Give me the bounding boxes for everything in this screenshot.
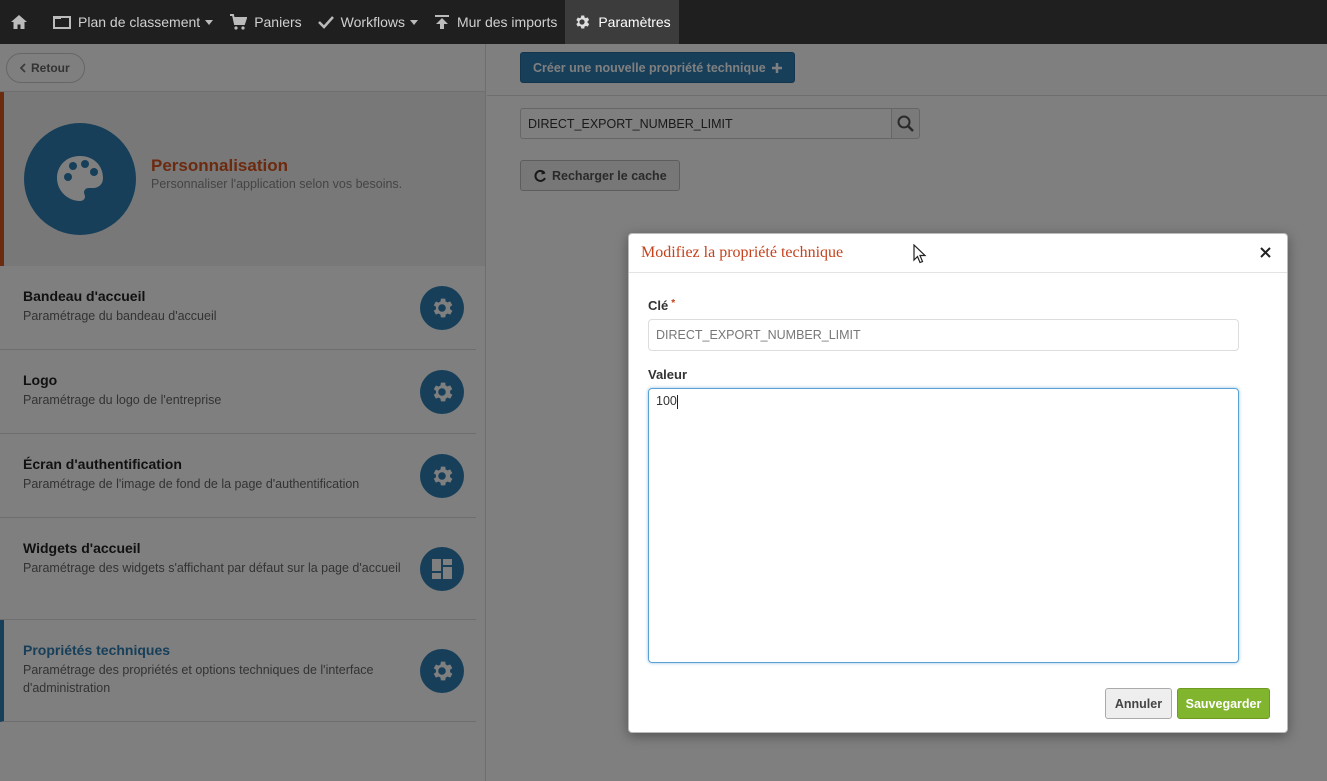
key-label: Clé bbox=[648, 298, 669, 313]
check-icon bbox=[317, 16, 334, 29]
folder-icon bbox=[53, 16, 71, 29]
upload-icon bbox=[434, 15, 449, 29]
cancel-button[interactable]: Annuler bbox=[1105, 688, 1172, 719]
text-caret bbox=[676, 394, 678, 409]
nav-label: Mur des imports bbox=[456, 14, 558, 30]
nav-workflows[interactable]: Workflows bbox=[310, 0, 426, 44]
modal-header: Modifiez la propriété technique bbox=[629, 234, 1287, 273]
nav-label: Workflows bbox=[340, 14, 405, 30]
cart-icon bbox=[230, 14, 248, 30]
save-button[interactable]: Sauvegarder bbox=[1177, 688, 1270, 719]
modal-title: Modifiez la propriété technique bbox=[641, 244, 844, 261]
edit-property-modal: Modifiez la propriété technique Clé * DIR… bbox=[628, 233, 1288, 733]
key-field: DIRECT_EXPORT_NUMBER_LIMIT bbox=[648, 319, 1239, 351]
value-text: 100 bbox=[656, 394, 677, 408]
key-label-row: Clé * bbox=[648, 298, 675, 313]
nav-mur-des-imports[interactable]: Mur des imports bbox=[426, 0, 565, 44]
nav-label: Paniers bbox=[254, 14, 302, 30]
nav-label: Plan de classement bbox=[78, 14, 201, 30]
mouse-cursor-icon bbox=[913, 244, 927, 264]
chevron-down-icon bbox=[205, 19, 214, 25]
close-icon[interactable] bbox=[1257, 244, 1273, 260]
home-icon bbox=[11, 15, 27, 29]
nav-home[interactable] bbox=[0, 0, 45, 44]
top-navbar: Plan de classement Paniers Workflows Mur… bbox=[0, 0, 1327, 44]
nav-label: Paramètres bbox=[598, 14, 671, 30]
chevron-down-icon bbox=[409, 19, 418, 25]
value-label: Valeur bbox=[648, 367, 688, 382]
gear-icon bbox=[576, 15, 590, 29]
nav-plan-de-classement[interactable]: Plan de classement bbox=[45, 0, 221, 44]
value-textarea[interactable]: 100 bbox=[648, 388, 1239, 663]
required-marker: * bbox=[671, 298, 676, 309]
nav-parametres[interactable]: Paramètres bbox=[565, 0, 679, 44]
nav-paniers[interactable]: Paniers bbox=[221, 0, 309, 44]
